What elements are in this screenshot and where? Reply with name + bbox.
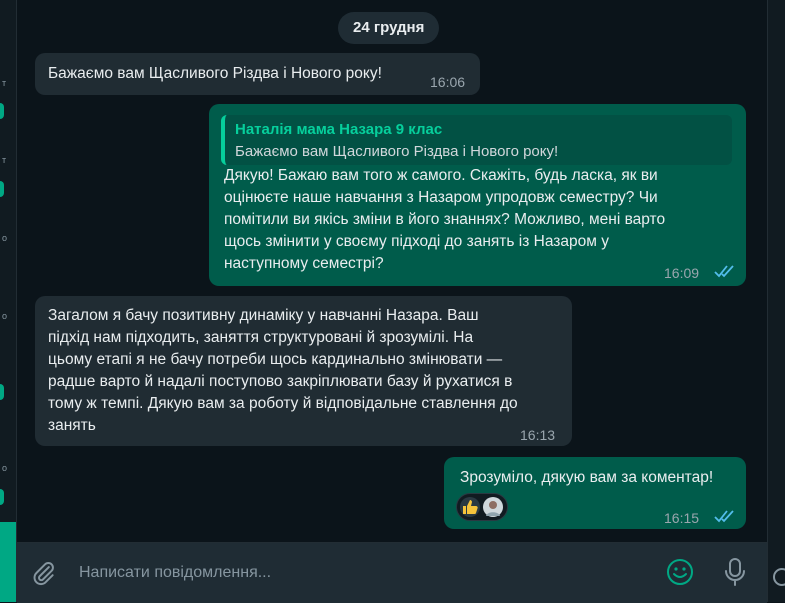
paperclip-icon[interactable] — [31, 560, 57, 586]
search-icon[interactable] — [772, 566, 785, 588]
message-bubble-incoming[interactable]: Загалом я бачу позитивну динаміку у навч… — [35, 296, 572, 446]
left-sidebar-rail: т т о о о — [0, 0, 17, 602]
unread-dot — [0, 103, 4, 119]
quoted-message[interactable]: Наталія мама Назара 9 клас Бажаємо вам Щ… — [221, 115, 732, 165]
quote-text: Бажаємо вам Щасливого Різдва і Нового ро… — [235, 143, 559, 160]
message-time: 16:09 — [664, 265, 700, 281]
message-time: 16:15 — [664, 510, 700, 526]
quote-author: Наталія мама Назара 9 клас — [235, 121, 443, 138]
unread-dot — [0, 181, 4, 197]
emoji-icon[interactable] — [665, 557, 695, 587]
avatar-reaction-icon[interactable] — [483, 497, 503, 517]
microphone-icon[interactable] — [723, 557, 747, 587]
message-bubble-outgoing[interactable]: Наталія мама Назара 9 клас Бажаємо вам Щ… — [209, 104, 746, 286]
message-composer: Написати повідомлення... — [17, 542, 767, 603]
rail-tick: т — [2, 155, 7, 165]
read-ticks-icon — [714, 510, 734, 523]
message-input[interactable]: Написати повідомлення... — [79, 556, 649, 590]
message-bubble-outgoing[interactable]: Зрозуміло, дякую вам за коментар! 16:15 — [444, 457, 746, 529]
message-bubble-incoming[interactable]: Бажаємо вам Щасливого Різдва і Нового ро… — [35, 53, 480, 95]
message-time: 16:13 — [520, 427, 556, 443]
message-text: Зрозуміло, дякую вам за коментар! — [460, 469, 714, 486]
message-text: Дякую! Бажаю вам того ж самого. Скажіть,… — [224, 167, 666, 272]
right-sidebar-rail — [767, 0, 785, 602]
message-time: 16:06 — [430, 74, 466, 90]
unread-dot — [0, 489, 4, 505]
chat-panel: 24 грудня Бажаємо вам Щасливого Різдва і… — [17, 0, 767, 542]
unread-dot — [0, 384, 4, 400]
rail-tick: о — [2, 463, 8, 473]
reactions-bar[interactable] — [456, 493, 508, 521]
message-text: Загалом я бачу позитивну динаміку у навч… — [48, 307, 518, 434]
thumbs-up-icon[interactable] — [460, 497, 480, 517]
read-ticks-icon — [714, 265, 734, 278]
rail-tick: о — [2, 311, 8, 321]
selected-chat-indicator — [0, 522, 16, 602]
rail-tick: т — [2, 78, 7, 88]
date-separator: 24 грудня — [338, 12, 440, 44]
rail-tick: о — [2, 233, 8, 243]
message-text: Бажаємо вам Щасливого Різдва і Нового ро… — [48, 65, 382, 82]
